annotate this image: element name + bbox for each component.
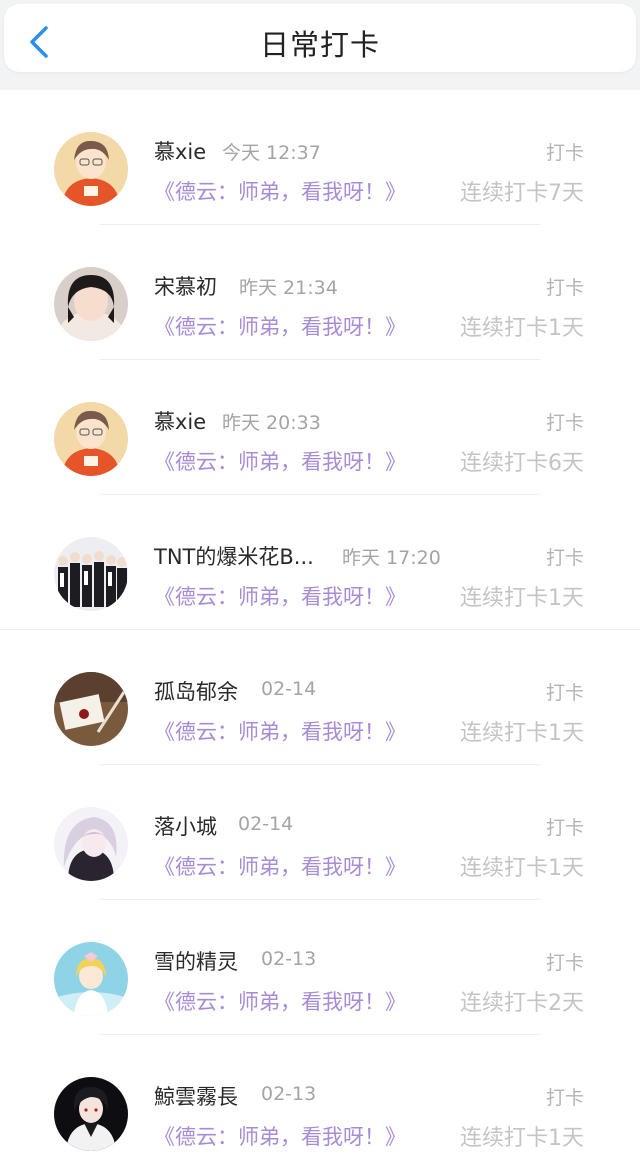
checkin-time: 02-13 <box>261 948 317 970</box>
streak-count: 连续打卡6天 <box>460 451 584 476</box>
streak-count: 连续打卡1天 <box>460 721 584 746</box>
user-avatar-image <box>54 672 128 746</box>
checkin-time: 02-14 <box>261 678 317 700</box>
user-avatar-image <box>54 402 128 476</box>
checkin-time: 昨天 17:20 <box>342 547 441 569</box>
list-item[interactable]: TNT的爆米花B... 昨天 17:20 打卡 《德云：师弟，看我呀！》 连续打… <box>0 495 640 630</box>
header: 日常打卡 <box>4 4 636 72</box>
checkin-action[interactable]: 打卡 <box>546 1083 584 1110</box>
page-title: 日常打卡 <box>259 28 380 62</box>
book-title-link[interactable]: 《德云：师弟，看我呀！》 <box>154 851 406 881</box>
streak-count: 连续打卡1天 <box>460 316 584 341</box>
streak-count: 连续打卡1天 <box>460 1126 584 1151</box>
user-name[interactable]: 鯨雲霧長 <box>154 1081 238 1111</box>
checkin-action[interactable]: 打卡 <box>546 273 584 300</box>
avatar[interactable] <box>54 807 128 881</box>
user-avatar-image <box>54 132 128 206</box>
book-title-link[interactable]: 《德云：师弟，看我呀！》 <box>154 446 406 476</box>
top-bar: 日常打卡 <box>0 0 640 90</box>
list-item[interactable]: 孤岛郁余 02-14 打卡 《德云：师弟，看我呀！》 连续打卡1天 <box>0 630 640 765</box>
checkin-action[interactable]: 打卡 <box>546 408 584 435</box>
checkin-action[interactable]: 打卡 <box>546 138 584 165</box>
avatar[interactable] <box>54 402 128 476</box>
book-title-link[interactable]: 《德云：师弟，看我呀！》 <box>154 1121 406 1151</box>
user-name[interactable]: 雪的精灵 <box>154 946 238 976</box>
streak-count: 连续打卡7天 <box>460 181 584 206</box>
checkin-time: 今天 12:37 <box>222 142 321 164</box>
checkin-time: 昨天 21:34 <box>239 277 338 299</box>
user-avatar-image <box>54 1077 128 1151</box>
avatar[interactable] <box>54 267 128 341</box>
list-item[interactable]: 落小城 02-14 打卡 《德云：师弟，看我呀！》 连续打卡1天 <box>0 765 640 900</box>
user-avatar-image <box>54 267 128 341</box>
avatar[interactable] <box>54 672 128 746</box>
book-title-link[interactable]: 《德云：师弟，看我呀！》 <box>154 716 406 746</box>
user-name[interactable]: 宋慕初 <box>154 271 217 301</box>
user-avatar-image <box>54 807 128 881</box>
book-title-link[interactable]: 《德云：师弟，看我呀！》 <box>154 311 406 341</box>
user-name[interactable]: TNT的爆米花B... <box>154 541 314 571</box>
checkin-action[interactable]: 打卡 <box>546 543 584 570</box>
user-name[interactable]: 落小城 <box>154 811 217 841</box>
user-avatar-image <box>54 537 128 611</box>
streak-count: 连续打卡1天 <box>460 856 584 881</box>
list-item[interactable]: 雪的精灵 02-13 打卡 《德云：师弟，看我呀！》 连续打卡2天 <box>0 900 640 1035</box>
checkin-action[interactable]: 打卡 <box>546 948 584 975</box>
avatar[interactable] <box>54 1077 128 1151</box>
checkin-time: 02-13 <box>261 1083 317 1105</box>
user-name[interactable]: 慕xie <box>154 406 206 436</box>
list-item[interactable]: 慕xie 昨天 20:33 打卡 《德云：师弟，看我呀！》 连续打卡6天 <box>0 360 640 495</box>
list-item[interactable]: 鯨雲霧長 02-13 打卡 《德云：师弟，看我呀！》 连续打卡1天 <box>0 1035 640 1167</box>
list-item[interactable]: 慕xie 今天 12:37 打卡 《德云：师弟，看我呀！》 连续打卡7天 <box>0 90 640 225</box>
checkin-time: 02-14 <box>238 813 294 835</box>
list-item[interactable]: 宋慕初 昨天 21:34 打卡 《德云：师弟，看我呀！》 连续打卡1天 <box>0 225 640 360</box>
user-name[interactable]: 孤岛郁余 <box>154 676 238 706</box>
user-name[interactable]: 慕xie <box>154 136 206 166</box>
checkin-list: 慕xie 今天 12:37 打卡 《德云：师弟，看我呀！》 连续打卡7天 宋慕初… <box>0 90 640 1167</box>
avatar[interactable] <box>54 537 128 611</box>
streak-count: 连续打卡1天 <box>460 586 584 611</box>
streak-count: 连续打卡2天 <box>460 991 584 1016</box>
avatar[interactable] <box>54 132 128 206</box>
book-title-link[interactable]: 《德云：师弟，看我呀！》 <box>154 986 406 1016</box>
book-title-link[interactable]: 《德云：师弟，看我呀！》 <box>154 176 406 206</box>
user-avatar-image <box>54 942 128 1016</box>
checkin-time: 昨天 20:33 <box>222 412 321 434</box>
checkin-action[interactable]: 打卡 <box>546 678 584 705</box>
avatar[interactable] <box>54 942 128 1016</box>
book-title-link[interactable]: 《德云：师弟，看我呀！》 <box>154 581 406 611</box>
checkin-action[interactable]: 打卡 <box>546 813 584 840</box>
